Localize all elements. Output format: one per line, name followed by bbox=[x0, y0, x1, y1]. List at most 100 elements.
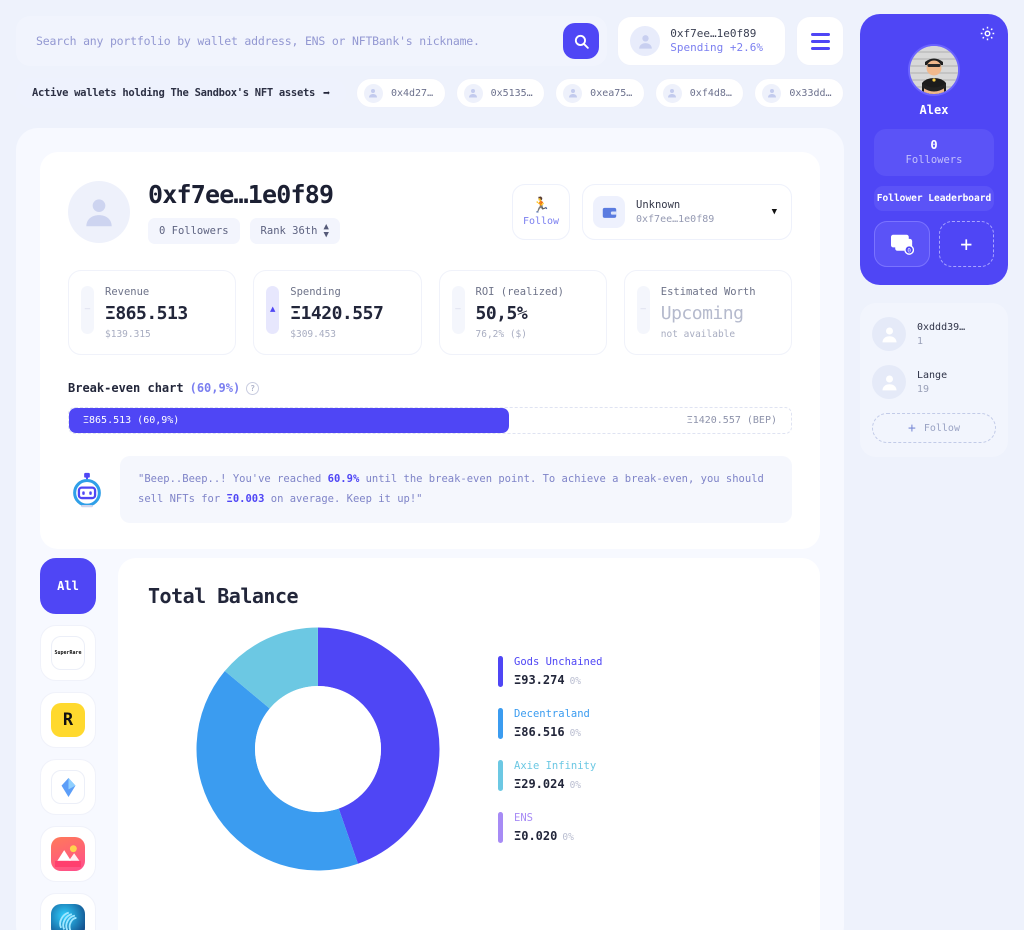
rail-item-label: All bbox=[57, 579, 79, 593]
search-box[interactable] bbox=[16, 16, 608, 66]
legend-color-swatch bbox=[498, 811, 503, 843]
legend-item-percent: 0% bbox=[569, 727, 582, 739]
gear-icon-glyph bbox=[980, 26, 995, 41]
portfolio-card: 0xf7ee…1e0f89 0 Followers Rank 36th ▲▼ bbox=[40, 152, 820, 550]
wallet-selector[interactable]: Unknown 0xf7ee…1e0f89 ▼ bbox=[582, 184, 792, 241]
chart-legend: Gods Unchained Ξ93.274 0% Decentraland Ξ86.5… bbox=[488, 655, 790, 843]
follow-button-label: Follow bbox=[522, 215, 560, 227]
tip-text-bold-percent: 60.9% bbox=[327, 473, 360, 486]
person-icon bbox=[638, 34, 652, 49]
wallet-chip[interactable]: 0x33dd… bbox=[754, 78, 844, 108]
total-balance-section: All SuperRare R Total Balance Gods Uncha… bbox=[40, 558, 820, 930]
chip-row-label: Active wallets holding The Sandbox's NFT… bbox=[16, 78, 346, 108]
person-icon bbox=[668, 89, 677, 98]
sort-updown-icon: ▲ ▼ bbox=[323, 222, 329, 241]
avatar bbox=[363, 83, 383, 103]
rail-item-rarible[interactable]: R bbox=[40, 692, 96, 748]
stat-sub: $309.453 bbox=[290, 329, 337, 341]
legend-item-name: ENS bbox=[514, 811, 533, 824]
wallet-chip[interactable]: 0x5135… bbox=[455, 78, 546, 108]
legend-item[interactable]: Axie Infinity Ξ29.024 0% bbox=[498, 759, 790, 791]
running-person-icon: 🏃 bbox=[531, 195, 551, 214]
rank-tag[interactable]: Rank 36th ▲ ▼ bbox=[249, 218, 340, 245]
breakeven-percent: (60,9%) bbox=[189, 381, 241, 396]
legend-item[interactable]: Decentraland Ξ86.516 0% bbox=[498, 707, 790, 739]
list-item-count: 19 bbox=[917, 383, 930, 395]
sorare-icon-glyph bbox=[59, 911, 77, 930]
breakeven-bar-fill: Ξ865.513 (60,9%) bbox=[69, 408, 509, 434]
stat-card-revenue: — Revenue Ξ865.513 $139.315 bbox=[68, 270, 237, 356]
breakeven-fill-label: Ξ865.513 (60,9%) bbox=[83, 415, 180, 427]
legend-item[interactable]: Gods Unchained Ξ93.274 0% bbox=[498, 655, 790, 687]
question-mark-icon[interactable]: ? bbox=[246, 381, 260, 395]
content-panel: 0xf7ee…1e0f89 0 Followers Rank 36th ▲▼ bbox=[16, 128, 844, 930]
trend-bar: — bbox=[81, 286, 94, 335]
tip-text-post: on average. Keep it up!" bbox=[264, 492, 423, 505]
marketplace-rail: All SuperRare R bbox=[40, 558, 96, 930]
rail-item-ens[interactable] bbox=[40, 759, 96, 815]
trend-flat-icon: — bbox=[455, 304, 461, 315]
tip-text-pre: "Beep..Beep..! You've reached bbox=[138, 473, 328, 486]
avatar bbox=[68, 181, 130, 244]
avatar bbox=[630, 26, 661, 56]
follow-button[interactable]: + Follow bbox=[872, 413, 996, 443]
followers-tag[interactable]: 0 Followers bbox=[148, 218, 240, 245]
rail-item-all[interactable]: All bbox=[40, 558, 96, 614]
chip-row-label-text: Active wallets holding The Sandbox's NFT… bbox=[32, 87, 316, 99]
rail-item-superrare[interactable]: SuperRare bbox=[40, 625, 96, 681]
hamburger-icon-line bbox=[810, 39, 830, 43]
legend-item[interactable]: ENS Ξ0.020 0% bbox=[498, 811, 790, 843]
wallet-chip-label: 0x5135… bbox=[490, 87, 533, 99]
person-icon bbox=[369, 89, 378, 98]
search-input[interactable] bbox=[36, 34, 564, 48]
avatar bbox=[662, 83, 682, 103]
wallet-address: 0xf7ee…1e0f89 bbox=[636, 214, 715, 226]
avatar[interactable] bbox=[908, 44, 960, 96]
follow-button[interactable]: 🏃 Follow bbox=[512, 184, 570, 241]
stats-row: — Revenue Ξ865.513 $139.315 ▲ Spending Ξ… bbox=[68, 270, 792, 356]
trend-flat-icon: — bbox=[84, 304, 91, 315]
stat-sub: $139.315 bbox=[105, 329, 151, 341]
stat-sub: not available bbox=[660, 329, 736, 341]
stat-label: Spending bbox=[290, 286, 341, 299]
wallet-chip[interactable]: 0xea75… bbox=[555, 78, 645, 108]
legend-item-percent: 0% bbox=[562, 831, 574, 843]
followers-label: Followers bbox=[905, 154, 963, 166]
list-item[interactable]: 0xddd39… 1 bbox=[872, 317, 996, 351]
ens-icon bbox=[51, 770, 85, 804]
rank-tag-label: Rank 36th bbox=[260, 225, 318, 238]
followers-tag-label: 0 Followers bbox=[159, 225, 229, 238]
trend-bar: ▲ bbox=[266, 286, 280, 335]
account-pill[interactable]: 0xf7ee…1e0f89 Spending +2.6% bbox=[617, 16, 786, 66]
stat-card-spending: ▲ Spending Ξ1420.557 $309.453 bbox=[253, 270, 422, 356]
add-wallet-button[interactable]: + bbox=[938, 221, 994, 267]
gear-icon[interactable] bbox=[979, 25, 996, 46]
breakeven-title: Break-even chart (60,9%) ? bbox=[68, 381, 792, 395]
account-spending: Spending +2.6% bbox=[670, 41, 763, 54]
search-button[interactable] bbox=[563, 23, 600, 59]
wallet-chip[interactable]: 0x4d27… bbox=[355, 78, 446, 108]
rail-item-sorare[interactable] bbox=[40, 893, 96, 930]
stat-value: Ξ1420.557 bbox=[290, 303, 384, 325]
arrow-right-icon: ➡ bbox=[323, 86, 330, 100]
legend-item-value: Ξ0.020 0% bbox=[514, 828, 574, 843]
menu-button[interactable] bbox=[796, 16, 844, 66]
trend-bar: — bbox=[636, 286, 650, 335]
page-title: 0xf7ee…1e0f89 bbox=[148, 180, 334, 209]
follower-leaderboard-button[interactable]: Follower Leaderboard bbox=[874, 186, 994, 211]
wallet-chip-label: 0xea75… bbox=[590, 87, 633, 99]
list-item[interactable]: Lange 19 bbox=[872, 365, 996, 399]
rail-item-opensea[interactable] bbox=[40, 826, 96, 882]
svg-text:0: 0 bbox=[907, 248, 911, 254]
profile-header: 0xf7ee…1e0f89 0 Followers Rank 36th ▲▼ bbox=[68, 180, 792, 245]
legend-item-percent: 0% bbox=[569, 675, 582, 687]
account-address: 0xf7ee…1e0f89 bbox=[670, 26, 757, 40]
list-item-name: Lange bbox=[917, 369, 948, 381]
wallet-chip[interactable]: 0xf4d8… bbox=[654, 78, 745, 108]
legend-item-value: Ξ29.024 0% bbox=[514, 776, 582, 791]
chevron-down-icon[interactable]: ▼ bbox=[772, 207, 777, 217]
user-name: Alex bbox=[919, 103, 949, 117]
user-card: Alex 0 Followers Follower Leaderboard 0 … bbox=[860, 14, 1008, 285]
person-icon bbox=[882, 375, 896, 390]
wallets-button[interactable]: 0 bbox=[874, 221, 930, 267]
